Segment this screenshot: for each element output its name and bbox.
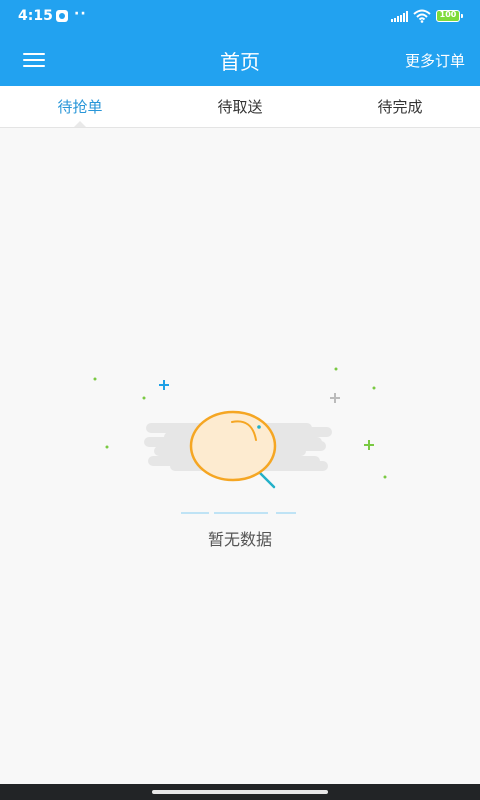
- battery-icon: 100: [436, 10, 463, 22]
- home-indicator[interactable]: [152, 790, 328, 794]
- tab-bar: 待抢单 待取送 待完成: [0, 86, 480, 128]
- tab-pending-complete[interactable]: 待完成: [320, 86, 480, 128]
- tab-pending-pickup[interactable]: 待取送: [160, 86, 320, 128]
- wifi-icon: [413, 9, 431, 23]
- signal-icon: [391, 11, 408, 22]
- status-bar: 4:15 ·· 100: [0, 0, 480, 34]
- empty-state-illustration: [93, 367, 387, 514]
- system-nav-bar: [0, 784, 480, 800]
- battery-level: 100: [439, 10, 457, 19]
- empty-state-message: 暂无数据: [207, 530, 272, 549]
- page-title: 首页: [220, 50, 260, 74]
- status-dots: ··: [74, 6, 87, 22]
- more-orders-button[interactable]: 更多订单: [405, 50, 465, 71]
- magnifier-icon: [189, 410, 277, 489]
- status-time: 4:15: [18, 8, 53, 24]
- hamburger-menu-icon[interactable]: [18, 48, 50, 72]
- tab-indicator: [74, 121, 86, 127]
- notification-icon: [56, 10, 68, 22]
- app-header: 首页 更多订单: [0, 34, 480, 86]
